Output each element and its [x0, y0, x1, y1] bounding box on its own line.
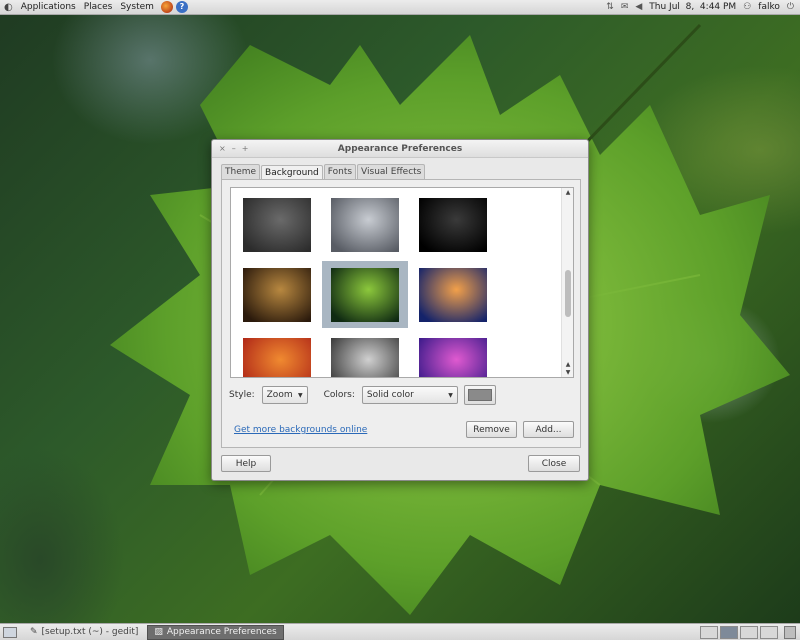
background-thumbnail[interactable] — [410, 191, 496, 258]
network-icon[interactable]: ⇅ — [606, 2, 614, 12]
green-leaf-wallpaper — [331, 267, 399, 322]
taskbar-item-label: [setup.txt (~) - gedit] — [41, 627, 139, 637]
pebbles-wallpaper — [331, 197, 399, 252]
background-thumbnail[interactable] — [410, 261, 496, 328]
volume-icon[interactable]: ◀ — [635, 2, 642, 12]
mail-icon[interactable]: ✉ — [621, 2, 629, 12]
get-more-backgrounds-link[interactable]: Get more backgrounds online — [234, 425, 367, 435]
menu-applications[interactable]: Applications — [17, 2, 80, 12]
menu-places[interactable]: Places — [80, 2, 117, 12]
tab-visual-effects[interactable]: Visual Effects — [357, 164, 426, 179]
style-controls: Style: Zoom ▼ Colors: Solid color ▼ — [229, 384, 575, 406]
purple-lights-wallpaper — [419, 337, 487, 377]
bottom-panel: ✎ [setup.txt (~) - gedit] ▨ Appearance P… — [0, 623, 800, 640]
gallery-scrollbar[interactable]: ▲ ▲ ▼ — [561, 188, 573, 377]
user-name[interactable]: falko — [758, 2, 780, 12]
background-thumbnail[interactable] — [322, 331, 408, 377]
dropdown-arrow-icon: ▼ — [298, 391, 303, 399]
pier-sunset-wallpaper — [419, 267, 487, 322]
gedit-icon: ✎ — [30, 627, 38, 637]
background-thumbnail[interactable] — [322, 191, 408, 258]
white-flower-wallpaper — [419, 197, 487, 252]
tab-theme[interactable]: Theme — [221, 164, 261, 179]
color-picker-button[interactable] — [463, 385, 496, 405]
clock[interactable]: Thu Jul 8, 4:44 PM — [649, 2, 736, 12]
tab-bar: Theme Background Fonts Visual Effects — [221, 164, 426, 180]
scrollbar-thumb[interactable] — [565, 270, 571, 317]
taskbar-item-label: Appearance Preferences — [166, 627, 277, 637]
dialog-title: Appearance Preferences — [337, 143, 463, 154]
background-thumbnail[interactable] — [322, 261, 408, 328]
workspace-4[interactable] — [760, 625, 778, 639]
close-window-icon[interactable]: × — [219, 144, 226, 153]
menu-system[interactable]: System — [116, 2, 158, 12]
background-thumbnail[interactable] — [234, 191, 320, 258]
scroll-down-icon[interactable]: ▼ — [562, 369, 573, 376]
workspace-1[interactable] — [700, 625, 718, 639]
scroll-up-icon[interactable]: ▲ — [562, 189, 573, 196]
background-gallery[interactable]: ▲ ▲ ▼ — [230, 187, 574, 378]
color-swatch — [467, 389, 492, 401]
background-thumbnail[interactable] — [410, 331, 496, 377]
scroll-down-icon[interactable]: ▲ — [562, 361, 573, 368]
add-button[interactable]: Add... — [523, 421, 574, 438]
help-icon[interactable]: ? — [175, 1, 188, 13]
gray-gradient-wallpaper — [331, 337, 399, 377]
user-icon: ⚇ — [743, 2, 752, 12]
remove-button[interactable]: Remove — [466, 421, 517, 438]
workspace-3[interactable] — [740, 625, 758, 639]
trash-icon[interactable] — [784, 625, 796, 639]
close-button[interactable]: Close — [528, 455, 580, 472]
power-icon[interactable]: ⏻ — [787, 2, 794, 12]
tab-fonts[interactable]: Fonts — [323, 164, 357, 179]
firefox-icon[interactable] — [160, 1, 173, 13]
appearance-icon: ▨ — [154, 627, 163, 637]
top-panel: ◐ Applications Places System ? ⇅ ✉ ◀ Thu… — [0, 0, 800, 15]
autumn-leaves-wallpaper — [243, 267, 311, 322]
dropdown-arrow-icon: ▼ — [448, 391, 453, 399]
background-thumbnail[interactable] — [234, 331, 320, 377]
show-desktop-icon[interactable] — [3, 626, 17, 638]
style-select-value: Zoom — [266, 390, 293, 400]
dialog-titlebar[interactable]: × – + Appearance Preferences — [212, 140, 588, 158]
ubuntu-logo-icon[interactable]: ◐ — [0, 2, 17, 13]
style-select[interactable]: Zoom ▼ — [261, 386, 308, 404]
minimize-window-icon[interactable]: – — [232, 144, 236, 153]
background-tab-panel: ▲ ▲ ▼ Style: Zoom ▼ Colors: Solid color … — [221, 179, 581, 448]
taskbar-item-appearance[interactable]: ▨ Appearance Preferences — [147, 624, 284, 640]
workspace-switcher — [700, 625, 780, 639]
taskbar-item-gedit[interactable]: ✎ [setup.txt (~) - gedit] — [23, 625, 145, 640]
orange-bokeh-wallpaper — [243, 337, 311, 377]
help-button[interactable]: Help — [221, 455, 271, 472]
appearance-preferences-dialog: × – + Appearance Preferences Theme Backg… — [211, 139, 589, 481]
maximize-window-icon[interactable]: + — [242, 144, 249, 153]
background-thumbnail[interactable] — [234, 261, 320, 328]
colors-select[interactable]: Solid color ▼ — [361, 386, 458, 404]
workspace-2[interactable] — [720, 625, 738, 639]
style-label: Style: — [229, 390, 255, 400]
colors-select-value: Solid color — [366, 390, 414, 400]
colors-label: Colors: — [323, 390, 355, 400]
tab-background[interactable]: Background — [261, 165, 323, 180]
dark-gray-wallpaper — [243, 197, 311, 252]
